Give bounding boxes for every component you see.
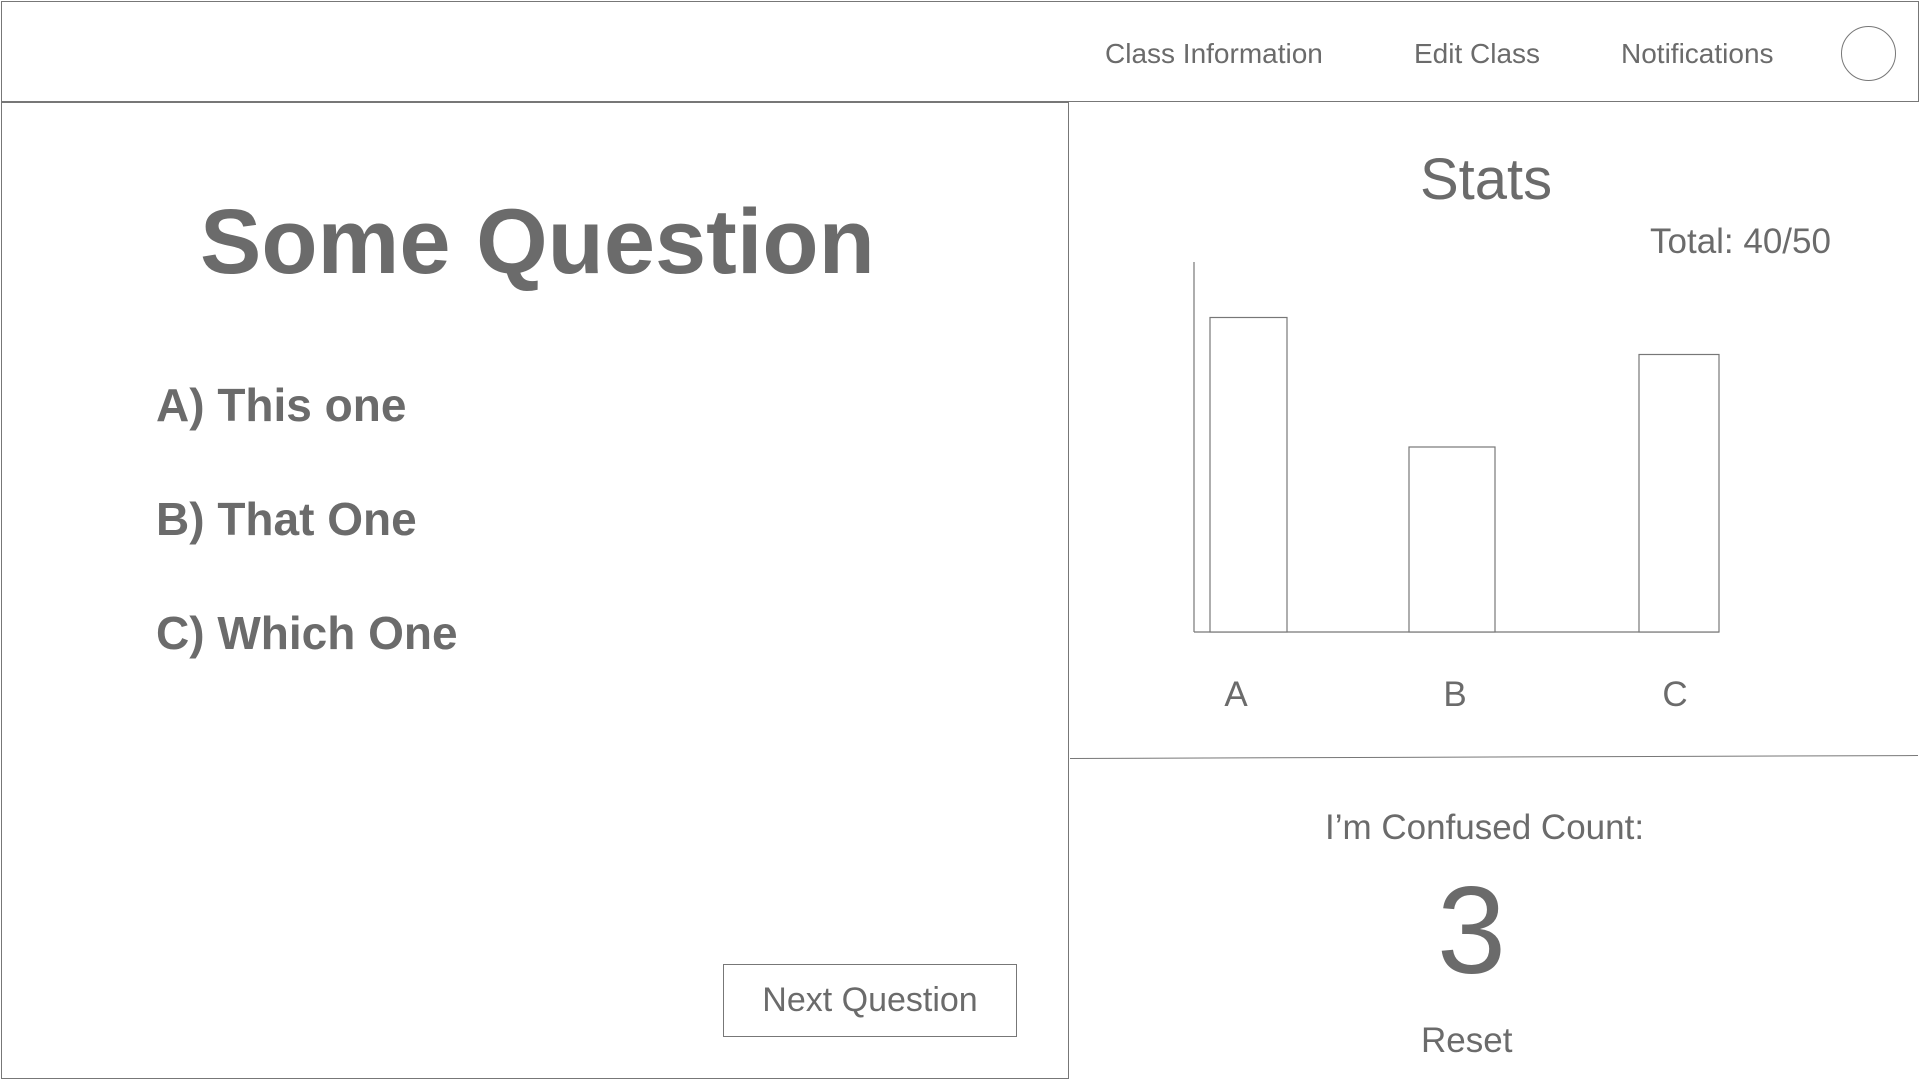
chart-bar-c <box>1638 353 1720 633</box>
stats-divider <box>1069 755 1918 759</box>
stats-bar-chart: A B C <box>1193 262 1720 714</box>
chart-bar-b <box>1408 446 1496 633</box>
nav-notifications[interactable]: Notifications <box>1621 38 1774 70</box>
top-nav-bar: Class Information Edit Class Notificatio… <box>1 1 1919 102</box>
reset-button[interactable]: Reset <box>1421 1021 1512 1061</box>
question-title: Some Question <box>200 191 875 293</box>
stats-title: Stats <box>1420 147 1553 212</box>
avatar[interactable] <box>1841 26 1896 81</box>
answer-option-b[interactable]: B) That One <box>156 492 417 546</box>
nav-class-information[interactable]: Class Information <box>1105 38 1323 70</box>
chart-bar-a <box>1209 316 1288 633</box>
confused-count-value: 3 <box>1437 862 1506 1000</box>
confused-count-label: I’m Confused Count: <box>1325 808 1645 847</box>
nav-edit-class[interactable]: Edit Class <box>1414 38 1540 70</box>
app-frame: Class Information Edit Class Notificatio… <box>0 0 1920 1080</box>
answer-option-a[interactable]: A) This one <box>156 378 406 432</box>
next-question-button[interactable]: Next Question <box>723 964 1017 1037</box>
chart-tick-label-a: A <box>1224 675 1248 714</box>
chart-tick-label-c: C <box>1662 675 1687 714</box>
answer-option-c[interactable]: C) Which One <box>156 606 458 660</box>
chart-tick-label-b: B <box>1443 675 1466 714</box>
